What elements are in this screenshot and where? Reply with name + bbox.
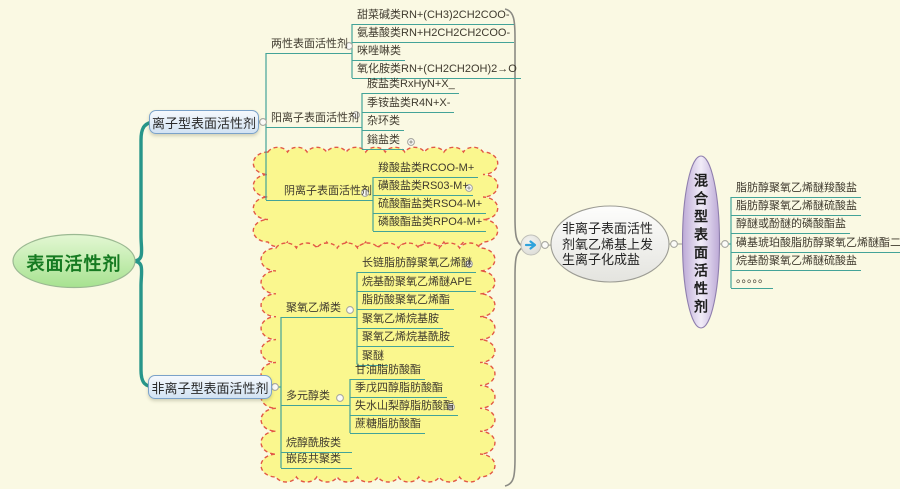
leaf-sorbitan-ester[interactable]: 失水山梨醇脂肪酸酯 — [350, 398, 458, 416]
relationship-note[interactable]: 非离子表面活性剂氧乙烯基上发生离子化成盐 — [562, 221, 662, 268]
topic-block-copolymer[interactable]: 嵌段共聚类 — [281, 451, 352, 469]
topic-polyoxyethylene[interactable]: 聚氧乙烯类 — [281, 300, 357, 318]
topic-polyol[interactable]: 多元醇类 — [281, 388, 350, 406]
leaf-quaternary-ammonium[interactable]: 季铵盐类R4N+X- — [362, 95, 454, 113]
leaf-glycerol-fatty-ester[interactable]: 甘油脂肪酸酯 — [350, 362, 425, 380]
leaf-long-chain-fatty-alcohol-ether[interactable]: 长链脂肪醇聚氧乙烯醚 — [357, 255, 476, 273]
collapse-handle-icon[interactable] — [542, 242, 549, 249]
leaf-alkylphenol-ether-sulfate[interactable]: 烷基酚聚氧乙烯醚硫酸盐 — [731, 253, 861, 271]
leaf-carboxylate[interactable]: 羧酸盐类RCOO-M+ — [373, 160, 478, 178]
topic-amphoteric[interactable]: 两性表面活性剂 — [266, 36, 352, 54]
leaf-sucrose-ester[interactable]: 蔗糖脂肪酸酯 — [350, 416, 425, 434]
leaf-ellipsis[interactable]: 。。。。。 — [731, 271, 773, 289]
leaf-betaine[interactable]: 甜菜碱类RN+(CH3)2CH2COO- — [352, 7, 514, 25]
leaf-fatty-acid-ester[interactable]: 脂肪酸聚氧乙烯酯 — [357, 292, 454, 310]
leaf-alkylphenol-ether-ape[interactable]: 烷基酚聚氧乙烯醚APE — [357, 274, 476, 292]
collapse-handle-icon[interactable] — [722, 241, 729, 248]
leaf-amine-salt[interactable]: 胺盐类RxHyN+X_ — [362, 76, 459, 94]
root-topic[interactable]: 表面活性剂 — [16, 250, 132, 276]
leaf-phosphate-ester[interactable]: 磷酸酯盐类RPO4-M+ — [373, 214, 486, 232]
leaf-onium-salt[interactable]: 鎓盐类 — [362, 132, 404, 150]
leaf-alkylamine[interactable]: 聚氧乙烯烷基胺 — [357, 311, 443, 329]
leaf-sulfate-ester[interactable]: 硫酸酯盐类RSO4-M+ — [373, 196, 486, 214]
summary-brace — [505, 9, 523, 486]
topic-cationic[interactable]: 阳离子表面活性剂 — [266, 110, 362, 128]
leaf-alkylamide[interactable]: 聚氧乙烯烷基酰胺 — [357, 329, 454, 347]
topic-mixed[interactable]: 混合型表面活性剂 — [687, 166, 715, 324]
topic-nonionic[interactable]: 非离子型表面活性剂 — [148, 375, 272, 399]
leaf-ether-phosphate[interactable]: 醇醚或酚醚的磷酸酯盐 — [731, 216, 850, 234]
leaf-ether-sulfate[interactable]: 脂肪醇聚氧乙烯醚硫酸盐 — [731, 198, 861, 216]
leaf-amino-acid[interactable]: 氨基酸类RN+H2CH2CH2COO- — [352, 25, 514, 43]
leaf-sulfosuccinate-disodium[interactable]: 磺基琥珀酸脂肪醇聚氧乙烯醚酯二钠 — [731, 235, 900, 253]
trunk-line-nonionic — [133, 261, 156, 387]
mindmap-canvas: 表面活性剂 离子型表面活性剂 非离子型表面活性剂 两性表面活性剂 阳离子表面活性… — [0, 0, 900, 489]
collapse-handle-icon[interactable] — [272, 384, 279, 391]
topic-ionic[interactable]: 离子型表面活性剂 — [149, 110, 259, 134]
collapse-handle-icon[interactable] — [671, 241, 678, 248]
topic-anionic[interactable]: 阴离子表面活性剂 — [266, 183, 373, 201]
leaf-sulfonate[interactable]: 磺酸盐类RS03-M+ — [373, 178, 473, 196]
leaf-heterocyclic[interactable]: 杂环类 — [362, 113, 404, 131]
trunk-line-ionic — [133, 122, 156, 261]
leaf-imidazoline[interactable]: 咪唑啉类 — [352, 43, 405, 61]
leaf-pentaerythritol-ester[interactable]: 季戊四醇脂肪酸酯 — [350, 380, 447, 398]
leaf-ether-carboxylate[interactable]: 脂肪醇聚氧乙烯醚羧酸盐 — [731, 180, 861, 198]
